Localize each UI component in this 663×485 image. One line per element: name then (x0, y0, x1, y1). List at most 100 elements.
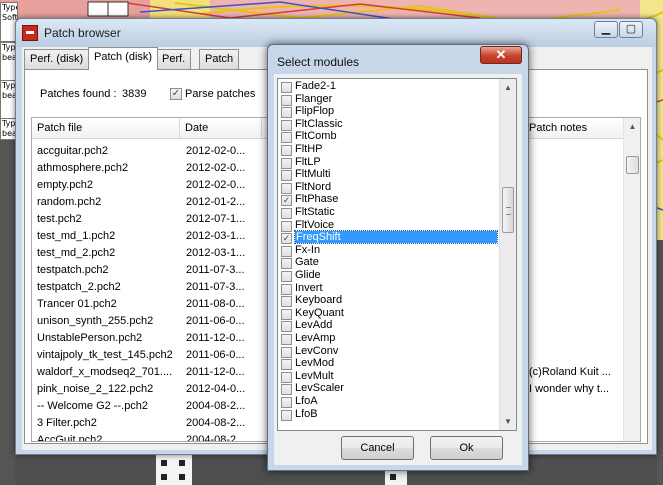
cell-date: 2011-07-3... (186, 264, 245, 276)
scrollbar-thumb[interactable] (626, 156, 639, 174)
cell-patch-file: empty.pch2 (37, 179, 94, 191)
module-checkbox[interactable]: ✓ (281, 195, 292, 207)
scrollbar-thumb[interactable] (502, 187, 514, 233)
cell-patch-file: 3 Filter.pch2 (37, 417, 97, 429)
cell-date: 2012-01-2... (186, 196, 246, 208)
module-label: LfoA (295, 395, 318, 407)
module-checkbox[interactable] (281, 409, 292, 421)
parse-patches-checkbox[interactable]: ✓ (170, 88, 182, 100)
cell-patch-file: test_md_1.pch2 (37, 230, 116, 242)
module-checkbox[interactable] (281, 182, 292, 194)
module-label: FltComb (295, 130, 337, 143)
cell-patch-file: pink_noise_2_122.pch2 (37, 383, 154, 395)
cell-patch-notes (529, 434, 621, 441)
app-icon (22, 25, 38, 41)
parse-patches-label: Parse patches (185, 88, 256, 100)
cell-patch-notes (529, 162, 621, 179)
window-title: Patch browser (44, 26, 121, 40)
cell-patch-file: waldorf_x_modseq2_701.... (37, 366, 173, 378)
module-checkbox[interactable] (281, 107, 292, 119)
patch-browser-titlebar[interactable]: Patch browser ▁ ▢ (16, 19, 656, 47)
cell-patch-notes (529, 213, 621, 230)
tab-perf[interactable]: Perf. (156, 49, 192, 69)
table-vertical-scrollbar[interactable]: ▲ (623, 118, 640, 441)
scroll-down-arrow-icon[interactable]: ▼ (500, 413, 516, 430)
module-checkbox[interactable] (281, 384, 292, 396)
module-checkbox[interactable]: ✓ (281, 233, 292, 245)
cell-patch-file: test_md_2.pch2 (37, 247, 116, 259)
module-checkbox[interactable] (281, 397, 292, 408)
tab-patch-disk[interactable]: Patch (disk) (88, 47, 159, 70)
module-label: FlipFlop (295, 105, 335, 118)
module-checkbox[interactable] (281, 258, 292, 270)
tab-perf-disk[interactable]: Perf. (disk) (24, 49, 90, 69)
tab-patch[interactable]: Patch (199, 49, 240, 69)
module-checkbox[interactable] (281, 334, 292, 345)
scroll-up-arrow-icon[interactable]: ▲ (500, 79, 516, 96)
module-checkbox[interactable] (281, 245, 292, 257)
module-label: KeyQuant (295, 306, 344, 319)
module-checkbox[interactable] (281, 346, 292, 358)
module-checkbox[interactable] (281, 132, 292, 144)
module-checkbox[interactable] (281, 145, 292, 156)
select-modules-body: Fade2-1 Flanger FlipFlop FltClassic FltComb F… (274, 74, 522, 465)
cell-date: 2011-12-0... (186, 332, 245, 344)
module-label: Keyboard (295, 294, 343, 307)
module-checkbox[interactable] (281, 94, 292, 106)
cell-patch-notes (529, 281, 621, 298)
module-checkbox[interactable] (281, 283, 292, 295)
module-checkbox[interactable] (281, 371, 292, 383)
cell-patch-file: vintajpoly_tk_test_145.pch2 (37, 349, 173, 361)
cell-date: 2004-08-2... (186, 434, 246, 442)
cell-date: 2004-08-2... (186, 400, 246, 412)
cell-patch-file: UnstablePerson.pch2 (37, 332, 143, 344)
cell-date: 2012-02-0... (186, 162, 246, 174)
module-checkbox[interactable] (281, 308, 292, 320)
cell-patch-notes (529, 349, 621, 366)
cell-date: 2012-02-0... (186, 179, 246, 191)
module-label: FltHP (295, 143, 323, 155)
cell-patch-file: testpatch.pch2 (37, 264, 109, 276)
module-checkbox[interactable] (281, 321, 292, 333)
cell-date: 2004-08-2... (186, 417, 246, 429)
module-checkbox[interactable] (281, 359, 292, 371)
module-label: FltLP (295, 155, 321, 168)
close-icon[interactable]: ✕ (480, 46, 522, 64)
cell-date: 2011-12-0... (186, 366, 245, 378)
module-checkbox[interactable] (281, 82, 292, 93)
module-list-item[interactable]: LfoB (278, 407, 501, 422)
column-header-patch-notes[interactable]: Patch notes (524, 118, 625, 139)
module-label: FltClassic (295, 117, 343, 130)
cell-patch-notes: I wonder why t... (529, 383, 610, 395)
module-list-scrollbar[interactable]: ▲ ▼ (499, 79, 516, 430)
ok-button[interactable]: Ok (430, 436, 503, 460)
minimize-button[interactable]: ▁ (594, 21, 618, 38)
column-header-patch-file[interactable]: Patch file (32, 118, 180, 139)
module-label: LevMod (295, 357, 335, 370)
module-label: FltPhase (295, 193, 339, 206)
module-checkbox[interactable] (281, 208, 292, 219)
module-checkbox[interactable] (281, 296, 292, 308)
module-checkbox[interactable] (281, 157, 292, 169)
cell-date: 2011-08-0... (186, 298, 245, 310)
cell-patch-notes (529, 264, 621, 281)
module-label: Flanger (295, 92, 333, 105)
module-label: LfoB (295, 407, 318, 420)
cell-patch-file: -- Welcome G2 --.pch2 (37, 400, 149, 412)
module-label: FltStatic (295, 206, 335, 218)
cell-patch-file: test.pch2 (37, 213, 82, 225)
column-header-date[interactable]: Date (180, 118, 262, 139)
maximize-button[interactable]: ▢ (619, 21, 643, 38)
module-label: LevScaler (295, 382, 344, 395)
cell-date: 2011-06-0... (186, 315, 245, 327)
cell-patch-notes (529, 417, 621, 434)
module-checkbox[interactable] (281, 119, 292, 131)
module-label: LevMult (295, 369, 334, 382)
module-label: LevAmp (295, 332, 336, 344)
cell-patch-notes (529, 315, 621, 332)
module-checkbox[interactable] (281, 220, 292, 232)
module-checkbox[interactable] (281, 170, 292, 182)
cancel-button[interactable]: Cancel (341, 436, 414, 460)
scroll-up-arrow-icon[interactable]: ▲ (624, 118, 640, 135)
module-checkbox[interactable] (281, 271, 292, 282)
